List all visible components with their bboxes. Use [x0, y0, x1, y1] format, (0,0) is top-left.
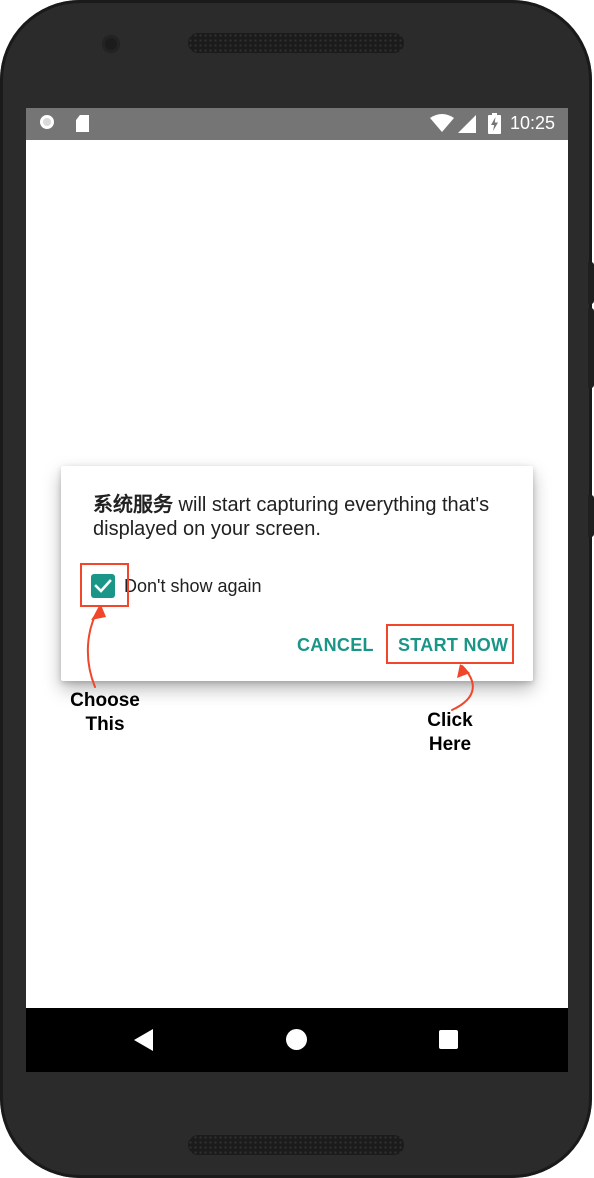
click-line-1: Click [427, 710, 473, 731]
click-line-2: Here [428, 734, 472, 755]
choose-line-2: This [85, 714, 125, 735]
click-here-label: Click Here [405, 709, 495, 757]
choose-line-1: Choose [70, 690, 140, 711]
choose-this-label: Choose This [60, 689, 150, 737]
annotation-arrows [86, 605, 474, 711]
choose-arrow-line [86, 607, 100, 688]
